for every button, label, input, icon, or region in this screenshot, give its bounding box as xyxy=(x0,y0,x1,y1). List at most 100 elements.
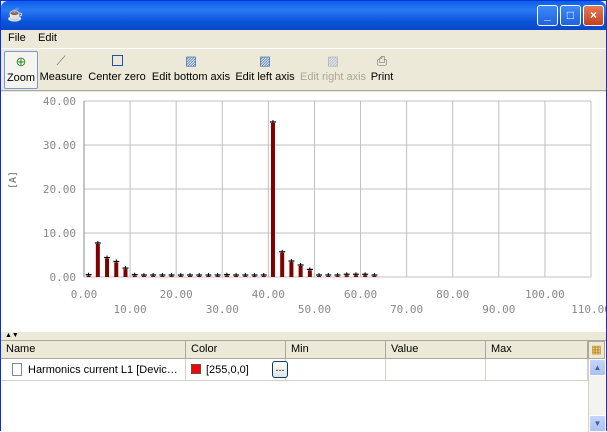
zoom-label: Zoom xyxy=(6,72,36,84)
x-tick-label: 60.00 xyxy=(344,288,377,301)
bar xyxy=(353,275,358,277)
bar xyxy=(169,276,174,277)
bar xyxy=(95,244,100,277)
column-chooser-icon[interactable]: ▦ xyxy=(588,341,605,359)
x-tick-label: 10.00 xyxy=(114,303,147,316)
bar xyxy=(178,276,183,277)
series-name: Harmonics current L1 [Devic… xyxy=(28,364,178,376)
vertical-scrollbar[interactable]: ▲ ▼ xyxy=(588,359,606,432)
measure-button[interactable]: ⟋ Measure xyxy=(39,51,83,89)
edit-bottom-axis-label: Edit bottom axis xyxy=(151,71,231,83)
edit-right-axis-label: Edit right axis xyxy=(299,71,367,83)
edit-left-axis-button[interactable]: ▨ Edit left axis xyxy=(234,51,296,89)
column-header-min[interactable]: Min xyxy=(286,341,386,359)
zoom-button[interactable]: ⊕ Zoom xyxy=(4,51,38,89)
printer-icon: ⎙ xyxy=(376,53,388,68)
edit-left-axis-label: Edit left axis xyxy=(235,71,295,83)
bar xyxy=(243,276,248,277)
color-swatch xyxy=(191,364,201,374)
bar xyxy=(234,276,239,277)
bar xyxy=(151,276,156,277)
x-tick-label: 40.00 xyxy=(252,288,285,301)
maximize-button[interactable]: □ xyxy=(560,5,581,26)
edit-bottom-axis-button[interactable]: ▨ Edit bottom axis xyxy=(151,51,231,89)
value-cell xyxy=(386,359,486,381)
splitter[interactable]: ▲▼ xyxy=(1,332,606,340)
series-table: Name Color Min Value Max Harmonics curre… xyxy=(1,340,606,432)
bar xyxy=(188,276,193,277)
main-window: ☕ _ □ × File Edit ⊕ Zoom ⟋ Measure Cente… xyxy=(0,0,607,432)
x-tick-label: 90.00 xyxy=(482,303,515,316)
edit-right-axis-button: ▨ Edit right axis xyxy=(299,51,367,89)
title-bar[interactable]: ☕ _ □ × xyxy=(1,1,606,30)
center-zero-label: Center zero xyxy=(88,71,146,83)
bar xyxy=(141,276,146,277)
max-cell xyxy=(486,359,588,381)
series-color-cell: [255,0,0] xyxy=(186,359,286,381)
bar xyxy=(280,252,285,277)
menu-file[interactable]: File xyxy=(8,32,26,44)
plot-area[interactable]: 0.00 10.00 20.00 30.00 40.00 50.00 60.00 70.00 8… xyxy=(1,92,607,332)
y-tick-label: 30.00 xyxy=(43,139,76,152)
x-tick-label: 20.00 xyxy=(160,288,193,301)
axis-edit-icon: ▨ xyxy=(258,53,272,68)
table-header: Name Color Min Value Max xyxy=(1,341,588,359)
bar xyxy=(270,123,275,277)
bars xyxy=(85,120,378,277)
y-axis-label: [A] xyxy=(8,171,19,189)
column-header-max[interactable]: Max xyxy=(486,341,588,359)
bar xyxy=(86,275,91,277)
bar xyxy=(123,269,128,277)
zoom-icon: ⊕ xyxy=(15,54,27,69)
scroll-up-button[interactable]: ▲ xyxy=(589,359,606,376)
scroll-down-button[interactable]: ▼ xyxy=(589,415,606,432)
bar xyxy=(363,275,368,277)
measure-icon: ⟋ xyxy=(56,53,66,68)
x-tick-label: 110.00 xyxy=(571,303,606,316)
bar xyxy=(289,262,294,277)
close-button[interactable]: × xyxy=(583,5,604,26)
toolbar: ⊕ Zoom ⟋ Measure Center zero ▨ Edit bott… xyxy=(1,48,606,91)
column-header-color[interactable]: Color xyxy=(186,341,286,359)
bar xyxy=(224,275,229,277)
bar xyxy=(197,276,202,277)
bar xyxy=(261,276,266,277)
bar xyxy=(206,276,211,277)
table-row[interactable]: Harmonics current L1 [Devic… [255,0,0] .… xyxy=(1,359,588,381)
print-label: Print xyxy=(370,71,394,83)
column-header-value[interactable]: Value xyxy=(386,341,486,359)
y-tick-label: 20.00 xyxy=(43,183,76,196)
bar xyxy=(326,276,331,277)
bar xyxy=(298,266,303,277)
x-tick-label: 50.00 xyxy=(298,303,331,316)
document-icon xyxy=(12,363,22,376)
bar xyxy=(335,276,340,277)
bar xyxy=(344,275,349,277)
min-cell xyxy=(286,359,386,381)
menu-bar: File Edit xyxy=(1,30,606,48)
color-value: [255,0,0] xyxy=(206,364,249,376)
measure-label: Measure xyxy=(39,71,83,83)
series-name-cell: Harmonics current L1 [Devic… xyxy=(1,359,186,381)
java-icon: ☕ xyxy=(7,7,24,22)
bar xyxy=(160,276,165,277)
x-tick-label: 80.00 xyxy=(436,288,469,301)
center-zero-button[interactable]: Center zero xyxy=(87,51,147,89)
bar xyxy=(215,276,220,277)
harmonics-chart[interactable]: 0.00 10.00 20.00 30.00 40.00 50.00 60.00 70.00 8… xyxy=(1,92,607,332)
bar xyxy=(317,276,322,277)
minimize-button[interactable]: _ xyxy=(537,5,558,26)
print-button[interactable]: ⎙ Print xyxy=(369,51,395,89)
column-header-name[interactable]: Name xyxy=(1,341,186,359)
menu-edit[interactable]: Edit xyxy=(38,32,57,44)
center-zero-icon xyxy=(109,53,125,69)
bar xyxy=(132,275,137,277)
bar xyxy=(252,276,257,277)
x-tick-label: 0.00 xyxy=(71,288,98,301)
y-tick-labels: 0.00 10.00 20.00 30.00 40.00 xyxy=(43,95,76,284)
y-tick-label: 10.00 xyxy=(43,227,76,240)
x-tick-labels: 0.00 10.00 20.00 30.00 40.00 50.00 60.00 70.00 8… xyxy=(71,288,607,316)
x-tick-label: 70.00 xyxy=(390,303,423,316)
bar xyxy=(372,276,377,277)
grid xyxy=(83,100,592,278)
